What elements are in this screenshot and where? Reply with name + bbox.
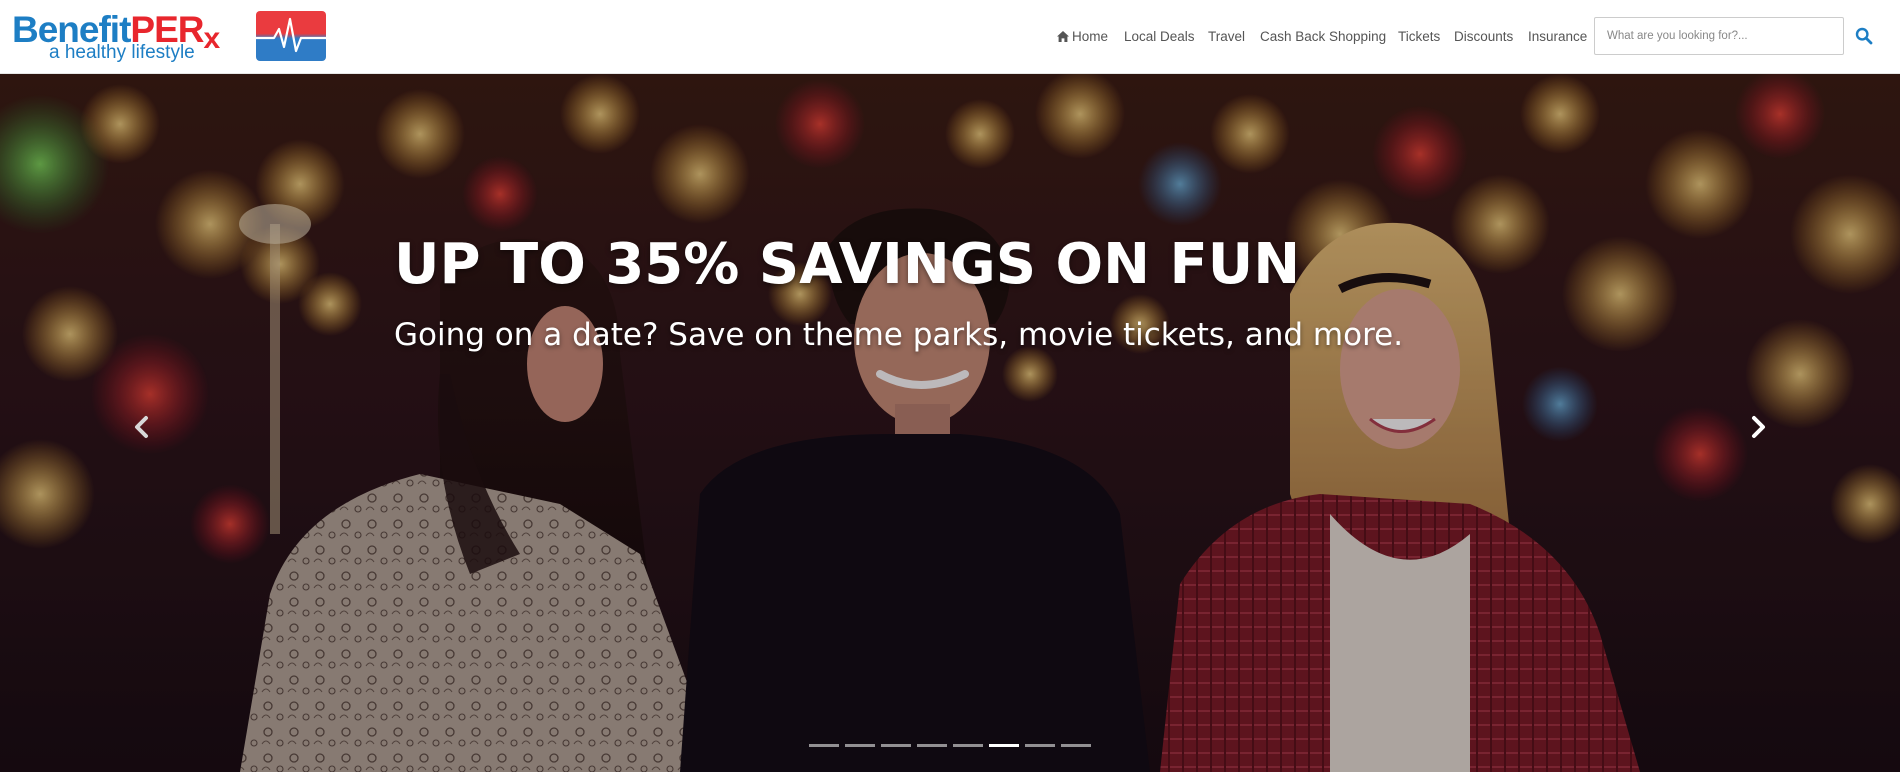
top-navigation-bar: BenefitPERx a healthy lifestyle Home Loc… bbox=[0, 0, 1900, 74]
carousel-indicator[interactable] bbox=[845, 744, 875, 747]
hero-carousel: UP TO 35% SAVINGS ON FUN Going on a date… bbox=[0, 74, 1900, 772]
main-nav: Home Local Deals Travel Cash Back Shoppi… bbox=[0, 28, 1590, 46]
nav-item-insurance[interactable]: Insurance bbox=[1528, 28, 1587, 46]
hero-overlay bbox=[0, 74, 1900, 772]
chevron-left-icon bbox=[135, 416, 148, 438]
carousel-indicator[interactable] bbox=[953, 744, 983, 747]
carousel-indicator[interactable] bbox=[809, 744, 839, 747]
nav-item-home[interactable]: Home bbox=[1057, 28, 1108, 46]
carousel-indicator[interactable] bbox=[989, 744, 1019, 747]
hero-headline: UP TO 35% SAVINGS ON FUN bbox=[394, 232, 1301, 297]
nav-item-tickets[interactable]: Tickets bbox=[1398, 28, 1440, 46]
chevron-right-icon bbox=[1752, 416, 1765, 438]
carousel-indicator[interactable] bbox=[1025, 744, 1055, 747]
hero-subline: Going on a date? Save on theme parks, mo… bbox=[394, 317, 1404, 353]
carousel-prev-button[interactable] bbox=[129, 414, 155, 440]
search-field[interactable] bbox=[1594, 17, 1844, 55]
nav-item-local-deals[interactable]: Local Deals bbox=[1124, 28, 1195, 46]
nav-item-cash-back-shopping[interactable]: Cash Back Shopping bbox=[1260, 28, 1386, 46]
home-icon bbox=[1057, 29, 1069, 42]
search-icon[interactable] bbox=[1855, 27, 1873, 45]
nav-item-home-label: Home bbox=[1072, 29, 1109, 44]
nav-item-travel[interactable]: Travel bbox=[1208, 28, 1245, 46]
search-input[interactable] bbox=[1595, 18, 1843, 54]
carousel-indicator[interactable] bbox=[917, 744, 947, 747]
carousel-indicator[interactable] bbox=[1061, 744, 1091, 747]
carousel-indicator[interactable] bbox=[881, 744, 911, 747]
carousel-next-button[interactable] bbox=[1745, 414, 1771, 440]
nav-item-discounts[interactable]: Discounts bbox=[1454, 28, 1513, 46]
